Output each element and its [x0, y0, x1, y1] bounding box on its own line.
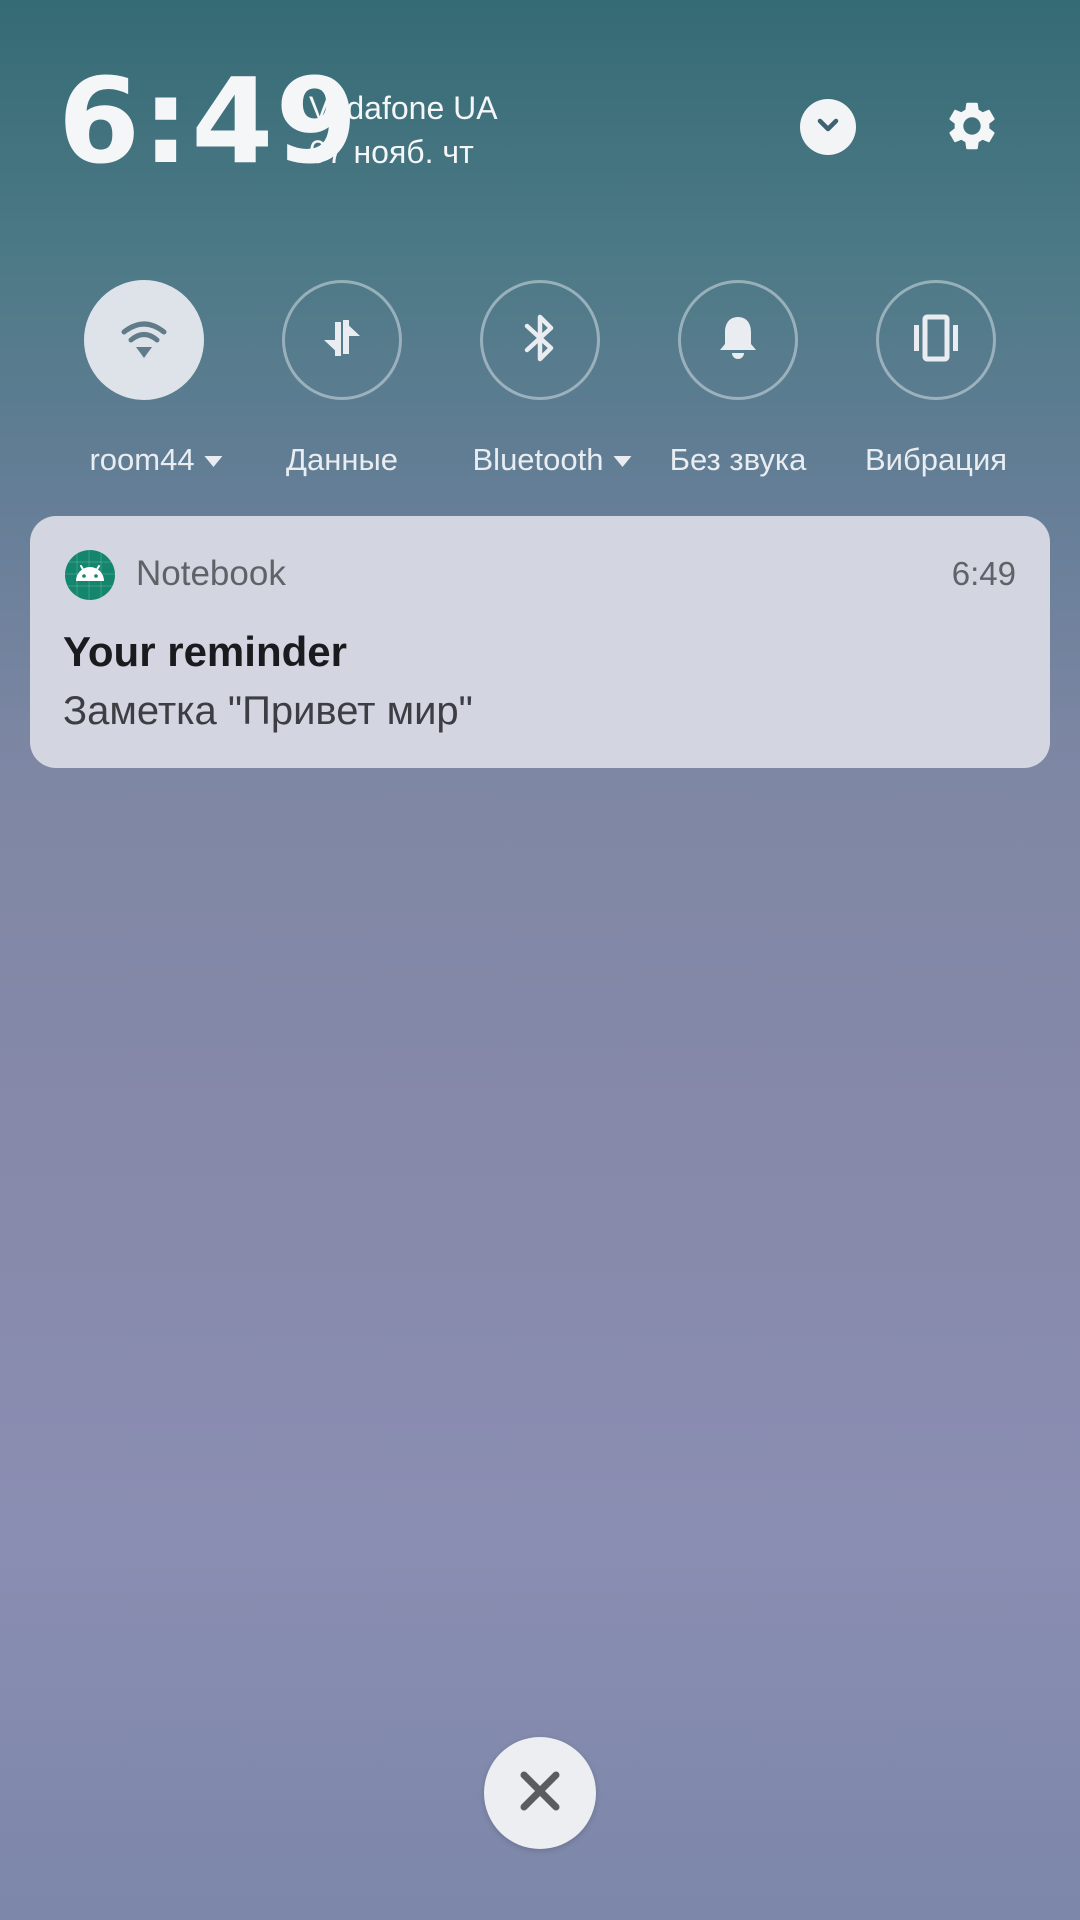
- status-header: 6:49 Vodafone UA 07 нояб. чт: [0, 0, 1080, 220]
- notification-app-name: Notebook: [136, 554, 286, 593]
- close-icon: [517, 1768, 563, 1819]
- dropdown-arrow-icon: [204, 455, 223, 467]
- settings-button[interactable]: [943, 99, 1001, 157]
- vibration-tile[interactable]: [876, 280, 996, 400]
- mobile-data-label[interactable]: Данные: [286, 442, 398, 478]
- bluetooth-icon: [517, 310, 563, 371]
- silent-tile[interactable]: [678, 280, 798, 400]
- wifi-tile[interactable]: [84, 280, 204, 400]
- wifi-network-name: room44: [89, 442, 195, 477]
- vibration-label[interactable]: Вибрация: [865, 442, 1007, 478]
- notification-text: Заметка "Привет мир": [63, 689, 473, 733]
- bell-icon: [715, 313, 761, 368]
- reminder-notification[interactable]: Notebook 6:49 Your reminder Заметка "При…: [30, 516, 1050, 768]
- notification-time: 6:49: [951, 555, 1016, 592]
- bluetooth-label-text: Bluetooth: [472, 442, 604, 477]
- bluetooth-tile-label[interactable]: Bluetooth: [473, 442, 632, 478]
- mobile-data-icon: [316, 312, 368, 369]
- vibrate-icon: [908, 313, 964, 368]
- expand-panel-button[interactable]: [800, 99, 856, 155]
- wifi-tile-label[interactable]: room44: [89, 442, 223, 478]
- bluetooth-tile[interactable]: [480, 280, 600, 400]
- gear-icon: [943, 97, 1001, 160]
- date-label[interactable]: 07 нояб. чт: [309, 134, 474, 170]
- silent-label[interactable]: Без звука: [670, 442, 807, 478]
- chevron-down-icon: [813, 110, 843, 145]
- notification-title: Your reminder: [63, 628, 347, 675]
- wifi-icon: [120, 314, 168, 367]
- android-icon: [65, 550, 115, 600]
- clear-all-button[interactable]: [484, 1737, 596, 1849]
- dropdown-arrow-icon: [613, 455, 632, 467]
- mobile-data-tile[interactable]: [282, 280, 402, 400]
- quick-settings: room44 Данные Bluetooth Без звука Вибрац…: [0, 280, 1080, 490]
- carrier-name: Vodafone UA: [309, 90, 498, 126]
